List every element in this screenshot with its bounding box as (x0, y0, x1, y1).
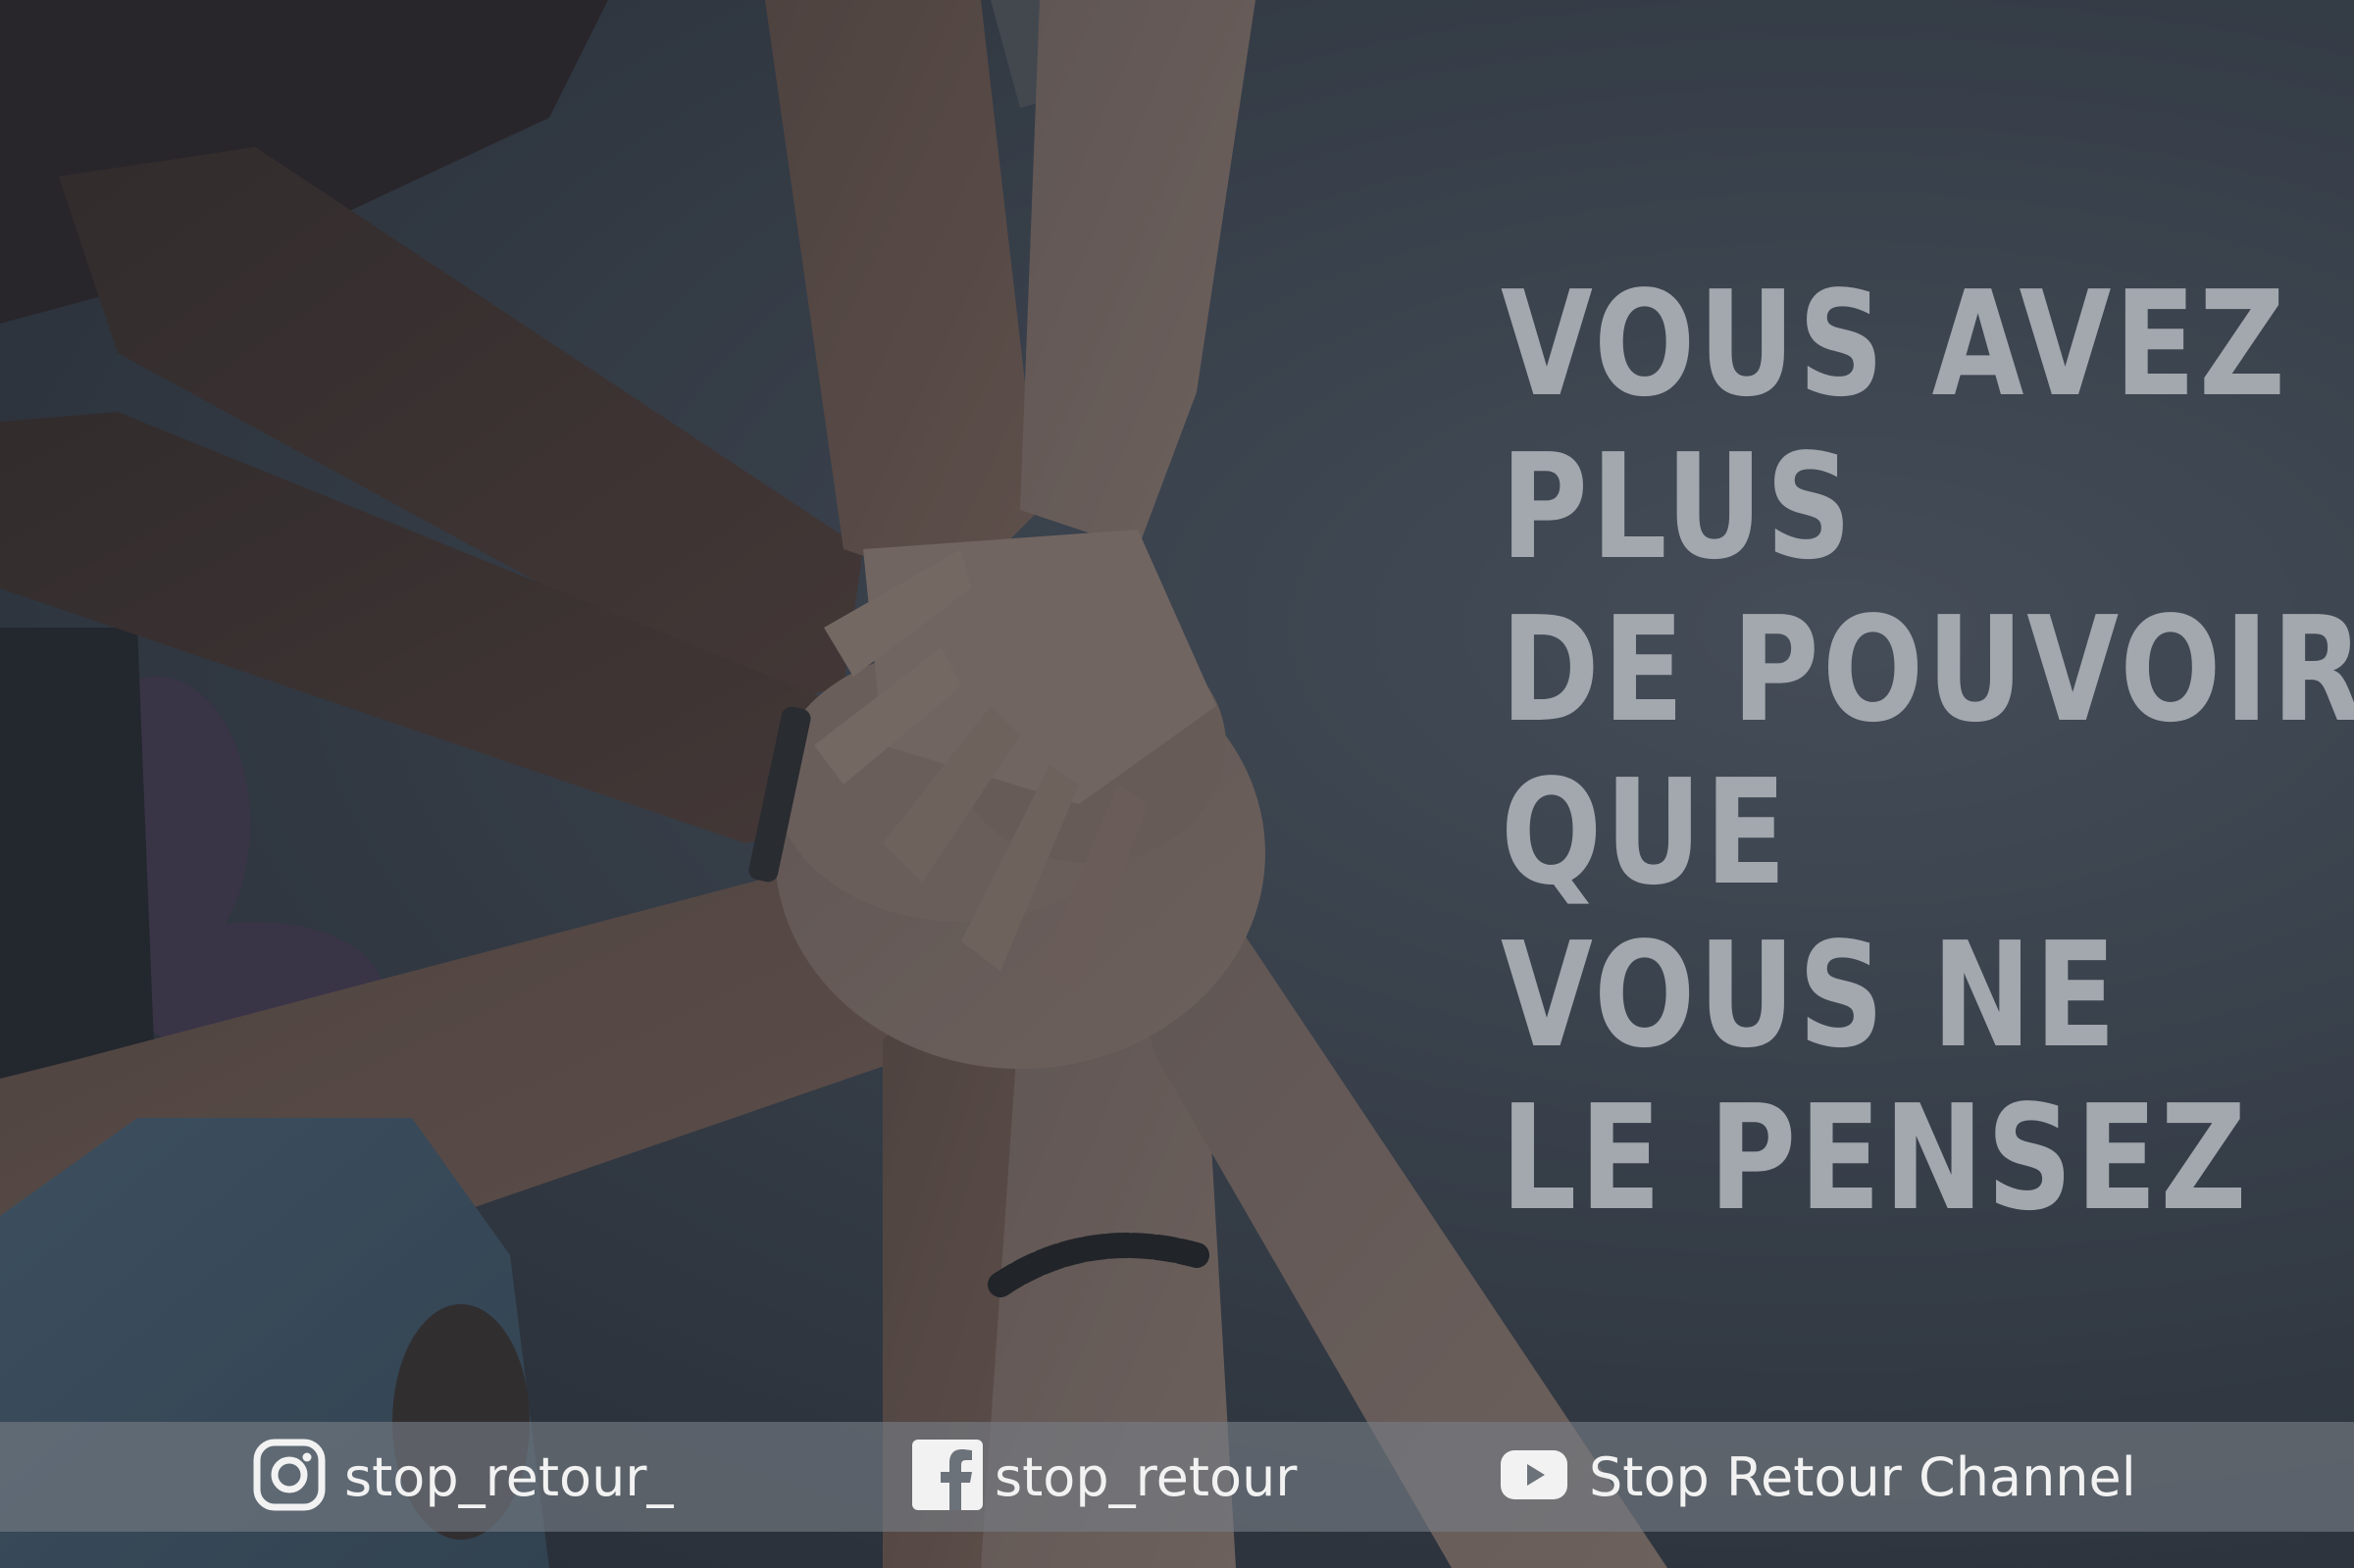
youtube-channel-name: Stop Retour Channel (1589, 1445, 2136, 1508)
instagram-link[interactable]: stop_retour_ (252, 1422, 674, 1532)
quote-line-2: PLUS (1501, 423, 1856, 591)
youtube-link[interactable]: Stop Retour Channel (1501, 1422, 2136, 1532)
facebook-handle: stop_retour (995, 1445, 1298, 1508)
facebook-link[interactable]: stop_retour (912, 1422, 1298, 1532)
quote-line-4: QUE (1501, 748, 1790, 917)
quote-line-1: VOUS AVEZ (1501, 260, 2289, 429)
social-media-bar: stop_retour_ stop_retour Stop Retour Cha… (0, 1422, 2354, 1532)
quote-line-3: DE POUVOIR (1501, 585, 2354, 754)
instagram-icon (252, 1438, 327, 1516)
quote-line-6: LE PENSEZ (1501, 1074, 2250, 1242)
quote-line-5: VOUS NE (1501, 911, 2120, 1080)
instagram-handle: stop_retour_ (344, 1445, 674, 1508)
facebook-icon (912, 1440, 983, 1514)
youtube-icon (1501, 1450, 1567, 1503)
motivational-quote: VOUS AVEZ PLUS DE POUVOIR QUE VOUS NE LE… (1501, 260, 2354, 1242)
